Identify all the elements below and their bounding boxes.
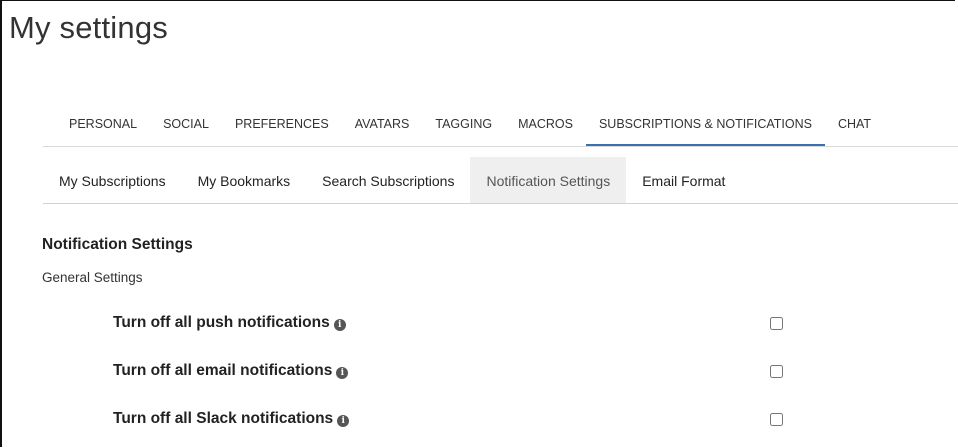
tab-preferences[interactable]: PREFERENCES [222,104,342,145]
sub-tab-bar: My Subscriptions My Bookmarks Search Sub… [43,157,958,204]
setting-label-wrapper: Turn off all Slack notifications i [113,410,350,428]
page-title: My settings [9,10,168,45]
tab-social[interactable]: SOCIAL [150,104,222,145]
push-notifications-checkbox[interactable] [770,317,783,330]
top-tab-bar: PERSONAL SOCIAL PREFERENCES AVATARS TAGG… [43,104,958,147]
setting-label-email: Turn off all email notifications [113,362,333,379]
setting-row-push: Turn off all push notifications i [0,314,958,344]
setting-row-slack: Turn off all Slack notifications i [0,410,958,440]
tab-personal[interactable]: PERSONAL [43,104,150,145]
setting-label-wrapper: Turn off all email notifications i [113,362,349,380]
tab-tagging[interactable]: TAGGING [422,104,505,145]
info-icon[interactable]: i [337,415,350,427]
info-icon[interactable]: i [333,319,346,331]
tab-subscriptions-notifications[interactable]: SUBSCRIPTIONS & NOTIFICATIONS [585,104,825,146]
setting-label-push: Turn off all push notifications [113,314,330,331]
section-title: Notification Settings [42,236,193,253]
subtab-notification-settings[interactable]: Notification Settings [470,157,627,203]
slack-notifications-checkbox[interactable] [770,413,783,426]
tab-avatars[interactable]: AVATARS [342,104,423,145]
setting-row-email: Turn off all email notifications i [0,362,958,392]
setting-label-wrapper: Turn off all push notifications i [113,314,346,332]
subtab-search-subscriptions[interactable]: Search Subscriptions [306,157,470,203]
subtab-email-format[interactable]: Email Format [626,157,741,203]
email-notifications-checkbox[interactable] [770,365,783,378]
setting-label-slack: Turn off all Slack notifications [113,410,334,427]
tab-chat[interactable]: CHAT [825,104,884,145]
section-subtitle: General Settings [42,270,143,285]
subtab-my-bookmarks[interactable]: My Bookmarks [182,157,307,203]
info-icon[interactable]: i [336,367,349,379]
tab-macros[interactable]: MACROS [505,104,586,145]
subtab-my-subscriptions[interactable]: My Subscriptions [43,157,182,203]
